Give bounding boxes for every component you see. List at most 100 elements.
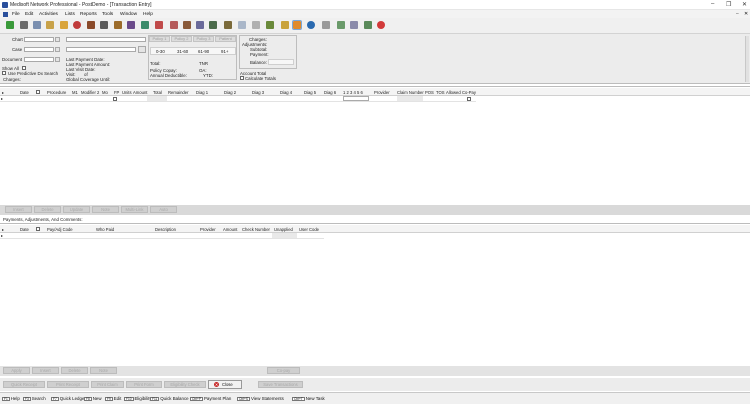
save-transactions-button[interactable]: Save Transactions — [258, 381, 303, 388]
close-button[interactable]: ✕ Close — [208, 380, 242, 389]
menu-tools[interactable]: Tools — [102, 12, 113, 17]
col-total[interactable]: Total — [153, 90, 162, 95]
help-icon[interactable] — [307, 21, 315, 29]
table-row[interactable]: ▸ — [0, 233, 324, 239]
col-pos[interactable]: POS — [425, 90, 434, 95]
chart-input[interactable] — [24, 37, 54, 42]
col-amount[interactable]: Amount — [133, 90, 147, 95]
col-fp[interactable]: FP — [114, 90, 119, 95]
col-provider[interactable]: Provider — [374, 90, 390, 95]
date-lookup-icon[interactable] — [36, 89, 40, 94]
status-search[interactable]: F3 Search — [23, 396, 46, 402]
new-icon[interactable] — [6, 21, 14, 29]
show-all-checkbox[interactable] — [22, 66, 26, 70]
col-diag-pointers[interactable]: 1 2 3 4 5 6 — [343, 90, 363, 95]
print-receipt-button[interactable]: Print Receipt — [47, 381, 89, 388]
tool-icon[interactable] — [337, 21, 345, 29]
tab-policy-1[interactable]: Policy 1 — [149, 36, 170, 42]
co-pay-button[interactable]: Co-pay — [267, 367, 300, 374]
col-diag-1[interactable]: Diag 1 — [196, 90, 208, 95]
restore-button[interactable]: ❐ — [726, 1, 731, 8]
col-procedure[interactable]: Procedure — [47, 90, 66, 95]
menu-window[interactable]: Window — [120, 12, 137, 17]
col-remainder[interactable]: Remainder — [168, 90, 188, 95]
patient-icon[interactable] — [60, 21, 68, 29]
case-icon[interactable] — [73, 21, 81, 29]
col-pay-provider[interactable]: Provider — [200, 227, 216, 232]
letter-icon[interactable] — [209, 21, 217, 29]
payment-icon[interactable] — [196, 21, 204, 29]
tab-patient[interactable]: Patient — [215, 36, 236, 42]
col-claim-number[interactable]: Claim Number — [397, 90, 424, 95]
active-window-icon[interactable] — [292, 20, 302, 30]
col-modifier-2[interactable]: Modifier 2 — [81, 90, 99, 95]
col-pay-adj-code[interactable]: Pay/Adj Code — [47, 227, 73, 232]
deposit-icon[interactable] — [183, 21, 191, 29]
notes-icon[interactable] — [224, 21, 232, 29]
col-check-number[interactable]: Check Number — [242, 227, 270, 232]
col-tos[interactable]: TOS — [436, 90, 445, 95]
predictive-dx-checkbox[interactable] — [2, 71, 6, 75]
col-unapplied[interactable]: Unapplied — [274, 227, 293, 232]
col-diag-5[interactable]: Diag 5 — [304, 90, 316, 95]
close-window-button[interactable]: ✕ — [742, 1, 747, 8]
transaction-icon[interactable] — [87, 21, 95, 29]
menu-edit[interactable]: Edit — [25, 12, 33, 17]
exit-icon[interactable] — [377, 21, 385, 29]
col-allowed[interactable]: Allowed — [446, 90, 461, 95]
status-edit[interactable]: F9 Edit — [105, 396, 121, 402]
print-form-button[interactable]: Print Form — [126, 381, 162, 388]
tab-policy-3[interactable]: Policy 3 — [193, 36, 214, 42]
status-new[interactable]: F8 New — [84, 396, 102, 402]
scan-icon[interactable] — [238, 21, 246, 29]
col-pay-amount[interactable]: Amount — [223, 227, 237, 232]
claim-icon[interactable] — [100, 21, 108, 29]
status-quick-ledger[interactable]: F7 Quick Ledger — [51, 396, 86, 402]
col-m1[interactable]: M1 — [72, 90, 78, 95]
col-diag-3[interactable]: Diag 3 — [252, 90, 264, 95]
status-quick-balance[interactable]: F11 Quick Balance — [150, 396, 189, 402]
copy-icon[interactable] — [266, 21, 274, 29]
header-scrollbar[interactable] — [745, 36, 749, 82]
status-help[interactable]: F1 Help — [2, 396, 20, 402]
case-search-button[interactable] — [55, 47, 60, 52]
case-input[interactable] — [24, 47, 54, 52]
eligibility-check-button[interactable]: Eligibility Check — [164, 381, 206, 388]
pay-date-lookup-icon[interactable] — [36, 226, 40, 231]
col-units[interactable]: Units — [122, 90, 132, 95]
child-minimize-button[interactable]: – — [736, 12, 739, 17]
open-icon[interactable] — [46, 21, 54, 29]
menu-reports[interactable]: Reports — [80, 12, 97, 17]
print-claim-button[interactable]: Print Claim — [91, 381, 124, 388]
col-co-pay[interactable]: Co-Pay — [462, 90, 476, 95]
col-diag-2[interactable]: Diag 2 — [224, 90, 236, 95]
delete-payment-button[interactable]: Delete — [61, 367, 88, 374]
update-charge-button[interactable]: Update — [63, 206, 90, 213]
col-description[interactable]: Description — [155, 227, 176, 232]
status-view-statements[interactable]: Ctrl+S View Statements — [237, 396, 284, 402]
calculate-totals-checkbox[interactable] — [240, 76, 244, 80]
tab-policy-2[interactable]: Policy 2 — [171, 36, 192, 42]
menu-file[interactable]: File — [12, 12, 20, 17]
quick-receipt-button[interactable]: Quick Receipt — [3, 381, 45, 388]
settings-icon[interactable] — [350, 21, 358, 29]
note-charge-button[interactable]: Note — [92, 206, 119, 213]
statement-icon[interactable] — [114, 21, 122, 29]
insert-charge-button[interactable]: Insert — [5, 206, 32, 213]
col-diag-4[interactable]: Diag 4 — [280, 90, 292, 95]
col-who-paid[interactable]: Who Paid — [96, 227, 114, 232]
chart-search-button[interactable] — [55, 37, 60, 42]
auto-button[interactable]: Auto — [150, 206, 177, 213]
report-icon[interactable] — [127, 21, 135, 29]
child-close-button[interactable]: ✕ — [744, 12, 748, 17]
fp-checkbox[interactable] — [113, 97, 117, 101]
note-payment-button[interactable]: Note — [90, 367, 117, 374]
bag-icon[interactable] — [281, 21, 289, 29]
status-new-task[interactable]: Ctrl+T New Task — [292, 396, 325, 402]
col-pay-date[interactable]: Date — [20, 227, 29, 232]
question-icon[interactable] — [322, 21, 330, 29]
menu-help[interactable]: Help — [143, 12, 153, 17]
diag-pointer-cells[interactable] — [343, 96, 369, 101]
apply-payment-button[interactable]: Apply — [3, 367, 30, 374]
provider-icon[interactable] — [170, 21, 178, 29]
